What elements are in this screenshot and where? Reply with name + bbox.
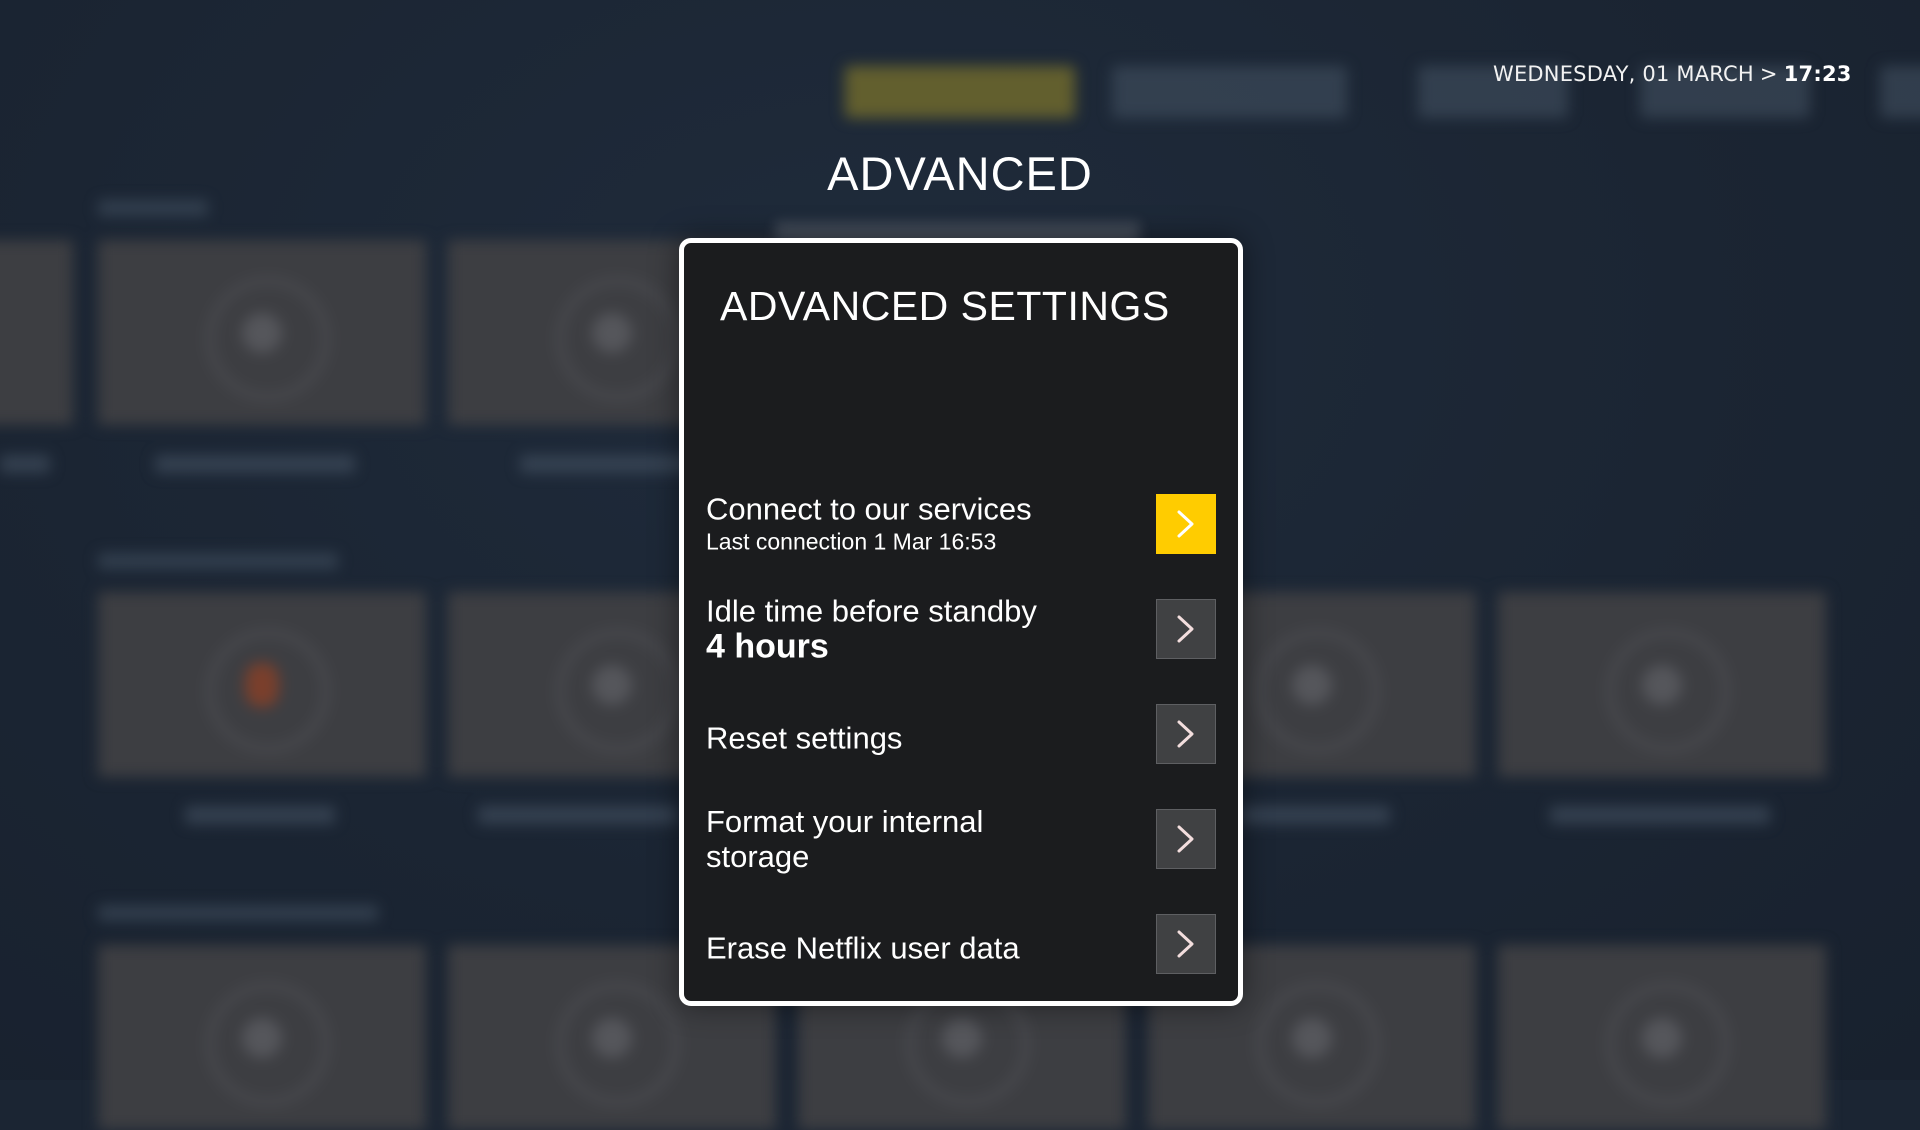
- tile-label: [155, 455, 355, 473]
- section-label: [98, 553, 338, 569]
- menu-item-reset-settings[interactable]: Reset settings: [706, 704, 1216, 764]
- menu-item-erase-netflix[interactable]: Erase Netflix user data: [706, 914, 1216, 974]
- menu-item-connect-services[interactable]: Connect to our services Last connection …: [706, 492, 1216, 557]
- menu-item-label: Reset settings: [706, 720, 903, 756]
- menu-item-idle-time[interactable]: Idle time before standby 4 hours: [706, 594, 1216, 665]
- chevron-right-icon: [1177, 720, 1194, 748]
- menu-item-text: Erase Netflix user data: [706, 931, 1126, 966]
- menu-item-label: Idle time before standby: [706, 593, 1037, 629]
- tile: [1498, 945, 1826, 1130]
- chevron-right-icon: [1177, 615, 1194, 643]
- nav-tab: [1112, 66, 1347, 118]
- menu-item-text: Format your internal storage: [706, 804, 1046, 874]
- date-time: WEDNESDAY, 01 MARCH >17:23: [1493, 62, 1852, 86]
- dialog-title: ADVANCED SETTINGS: [720, 283, 1170, 329]
- page-title: ADVANCED: [827, 147, 1093, 200]
- format-storage-button[interactable]: [1156, 809, 1216, 869]
- idle-time-button[interactable]: [1156, 599, 1216, 659]
- date-text: WEDNESDAY, 01 MARCH: [1493, 62, 1754, 86]
- tile-label: [478, 806, 678, 824]
- menu-item-subtitle: Last connection 1 Mar 16:53: [706, 528, 997, 555]
- menu-item-format-storage[interactable]: Format your internal storage: [706, 804, 1216, 874]
- menu-item-text: Reset settings: [706, 721, 1126, 756]
- nav-tab-active: [845, 66, 1075, 118]
- menu-item-value: 4 hours: [706, 627, 829, 666]
- tile: [98, 592, 426, 777]
- tile: [98, 240, 426, 425]
- menu-item-text: Connect to our services Last connection …: [706, 492, 1126, 557]
- reset-settings-button[interactable]: [1156, 704, 1216, 764]
- tile: [1498, 592, 1826, 777]
- tile-label: [1240, 806, 1390, 824]
- erase-netflix-button[interactable]: [1156, 914, 1216, 974]
- connect-services-button[interactable]: [1156, 494, 1216, 554]
- tile-label: [0, 455, 50, 473]
- chevron-right-icon: [1177, 930, 1194, 958]
- menu-item-label: Connect to our services: [706, 491, 1032, 527]
- nav-tab: [1880, 66, 1920, 118]
- advanced-settings-dialog: ADVANCED SETTINGS Connect to our service…: [679, 238, 1243, 1006]
- tile-label: [1550, 806, 1770, 824]
- menu-item-label: Erase Netflix user data: [706, 930, 1020, 966]
- chevron-right-icon: [1177, 510, 1194, 538]
- tile: [0, 240, 73, 425]
- section-label: [98, 905, 378, 921]
- section-label: [98, 200, 208, 216]
- chevron-right-icon: [1177, 825, 1194, 853]
- menu-item-label: Format your internal storage: [706, 804, 984, 874]
- tile-label: [185, 806, 335, 824]
- time-text: 17:23: [1783, 62, 1852, 86]
- date-time-separator: >: [1759, 62, 1778, 86]
- menu-item-text: Idle time before standby 4 hours: [706, 594, 1126, 665]
- tile: [98, 945, 426, 1130]
